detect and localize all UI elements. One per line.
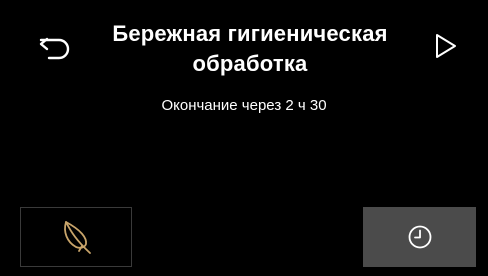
program-title: Бережная гигиеническая обработка — [112, 21, 388, 76]
back-arrow-icon — [39, 37, 70, 60]
clock-icon — [408, 225, 431, 249]
play-icon — [436, 34, 456, 58]
program-screen: Бережная гигиеническая обработка Окончан… — [0, 0, 488, 276]
feather-icon — [64, 221, 91, 254]
end-time-text: Окончание через 2 ч 30 — [161, 97, 327, 114]
gentle-option-button[interactable] — [20, 207, 132, 267]
timer-button[interactable] — [363, 207, 476, 267]
start-button[interactable] — [426, 28, 466, 64]
back-button[interactable] — [36, 28, 76, 64]
